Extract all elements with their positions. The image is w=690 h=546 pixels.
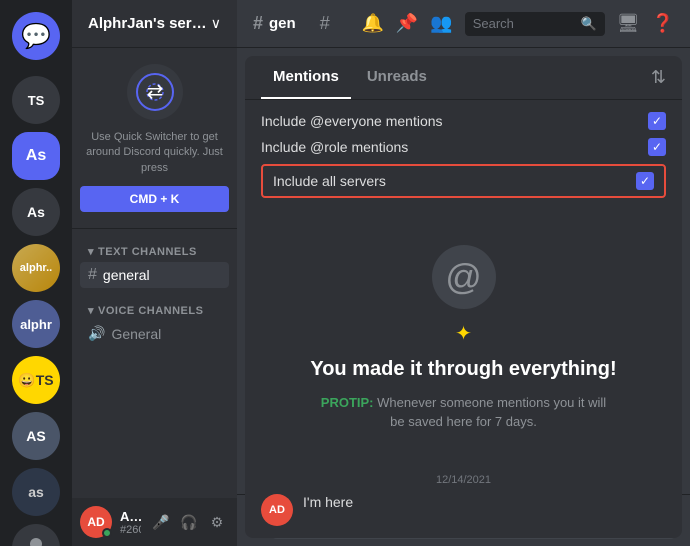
search-bar[interactable]: Search 🔍: [465, 12, 605, 36]
protip-label: PROTIP:: [321, 395, 374, 410]
mention-title: You made it through everything!: [310, 358, 616, 381]
settings-icon[interactable]: ⚙: [205, 510, 229, 534]
topbar: # gen # 🔔 📌 👥 Search 🔍 🖥 ❓: [237, 0, 690, 48]
topbar-icons: 🔔 📌 👥 Search 🔍 🖥 ❓: [361, 12, 674, 36]
channel-item-voice-general[interactable]: 🔊 General: [80, 321, 229, 346]
message-row: AD I'm here: [261, 494, 666, 526]
inbox-icon[interactable]: 🖥: [617, 13, 640, 34]
server-name: AlphrJan's server: [88, 15, 211, 32]
tab-unreads[interactable]: Unreads: [355, 56, 439, 99]
option-all-servers: Include all servers ✓: [261, 164, 666, 198]
quick-switcher-text: Use Quick Switcher to get around Discord…: [80, 130, 229, 176]
collapse-icon-voice: ▾: [88, 304, 94, 317]
bell-icon[interactable]: 🔔: [361, 13, 383, 34]
pin-icon[interactable]: 📌: [396, 13, 418, 34]
mention-tabs: Mentions Unreads ⇅: [245, 56, 682, 100]
mention-content: @ ✦ You made it through everything! PROT…: [245, 210, 682, 466]
server-icon-alphr2[interactable]: alphr: [12, 300, 60, 348]
quick-switcher-button[interactable]: CMD + K: [80, 186, 229, 212]
server-icon-as2[interactable]: As: [12, 188, 60, 236]
topbar-channel-name: gen: [269, 15, 296, 32]
avatar: AD: [80, 506, 112, 538]
help-icon[interactable]: ❓: [652, 13, 674, 34]
hash-prefix: #: [253, 13, 263, 34]
server-icon-as4[interactable]: as: [12, 468, 60, 516]
mention-panel: Mentions Unreads ⇅ Include @everyone men…: [245, 56, 682, 538]
chevron-down-icon: ∨: [211, 15, 221, 32]
message-content: I'm here: [303, 494, 666, 512]
speaker-icon: 🔊: [88, 325, 105, 342]
message-date: 12/14/2021: [261, 474, 666, 486]
online-status-dot: [102, 528, 112, 538]
protip-text: Whenever someone mentions you it will be…: [377, 395, 606, 430]
topbar-channel: # gen: [253, 13, 296, 34]
mention-options: Include @everyone mentions ✓ Include @ro…: [245, 100, 682, 210]
server-list: 💬 TS As As alphr.. alphr 😀TS AS as: [0, 0, 72, 546]
user-tag: #2604: [120, 524, 141, 536]
hash-icon-2: #: [320, 13, 330, 34]
server-header[interactable]: AlphrJan's server ∨: [72, 0, 237, 48]
option-everyone: Include @everyone mentions ✓: [261, 112, 666, 130]
quick-switcher-area: ⇄ Use Quick Switcher to get around Disco…: [72, 48, 237, 229]
star-icon: ✦: [455, 321, 472, 346]
mic-icon[interactable]: 🎤: [149, 510, 173, 534]
voice-channels-category[interactable]: ▾ VOICE CHANNELS: [80, 296, 229, 321]
server-icon-AS3[interactable]: AS: [12, 412, 60, 460]
search-placeholder: Search: [473, 16, 514, 31]
checkbox-all-servers[interactable]: ✓: [636, 172, 654, 190]
checkbox-everyone[interactable]: ✓: [648, 112, 666, 130]
username: AlphrDelle: [120, 509, 141, 524]
collapse-icon: ▾: [88, 245, 94, 258]
headphones-icon[interactable]: 🎧: [177, 510, 201, 534]
chat-area: Mentions Unreads ⇅ Include @everyone men…: [237, 48, 690, 546]
user-info: AlphrDelle #2604: [120, 509, 141, 536]
channel-sidebar: AlphrJan's server ∨ ⇄ Use Quick Switcher…: [72, 0, 237, 546]
user-panel: AD AlphrDelle #2604 🎤 🎧 ⚙: [72, 498, 237, 546]
server-icon-discord[interactable]: 💬: [12, 12, 60, 60]
message-text: I'm here: [303, 494, 353, 510]
channel-item-general[interactable]: # general: [80, 262, 229, 288]
text-channels-section: ▾ TEXT CHANNELS # general: [72, 229, 237, 288]
at-icon: @: [445, 256, 482, 298]
at-icon-circle: @: [432, 245, 496, 309]
server-icon-alphr1[interactable]: alphr..: [12, 244, 60, 292]
quick-switcher-icon: ⇄: [127, 64, 183, 120]
server-icon-ts2[interactable]: 😀TS: [12, 356, 60, 404]
server-icon-user[interactable]: [12, 524, 60, 546]
sort-icon[interactable]: ⇅: [651, 67, 666, 88]
search-icon: 🔍: [581, 16, 597, 32]
members-icon[interactable]: 👥: [430, 13, 452, 34]
option-role: Include @role mentions ✓: [261, 138, 666, 156]
hash-icon: #: [88, 266, 97, 284]
checkbox-role[interactable]: ✓: [648, 138, 666, 156]
voice-channels-section: ▾ VOICE CHANNELS 🔊 General: [72, 288, 237, 346]
user-controls: 🎤 🎧 ⚙: [149, 510, 229, 534]
text-channels-category[interactable]: ▾ TEXT CHANNELS: [80, 237, 229, 262]
server-icon-as1[interactable]: As: [12, 132, 60, 180]
message-avatar: AD: [261, 494, 293, 526]
server-icon-ts1[interactable]: TS: [12, 76, 60, 124]
mention-subtitle: PROTIP: Whenever someone mentions you it…: [314, 393, 614, 432]
main-content: # gen # 🔔 📌 👥 Search 🔍 🖥 ❓ Mentions Unre…: [237, 0, 690, 546]
tab-mentions[interactable]: Mentions: [261, 56, 351, 99]
svg-text:⇄: ⇄: [146, 81, 163, 103]
